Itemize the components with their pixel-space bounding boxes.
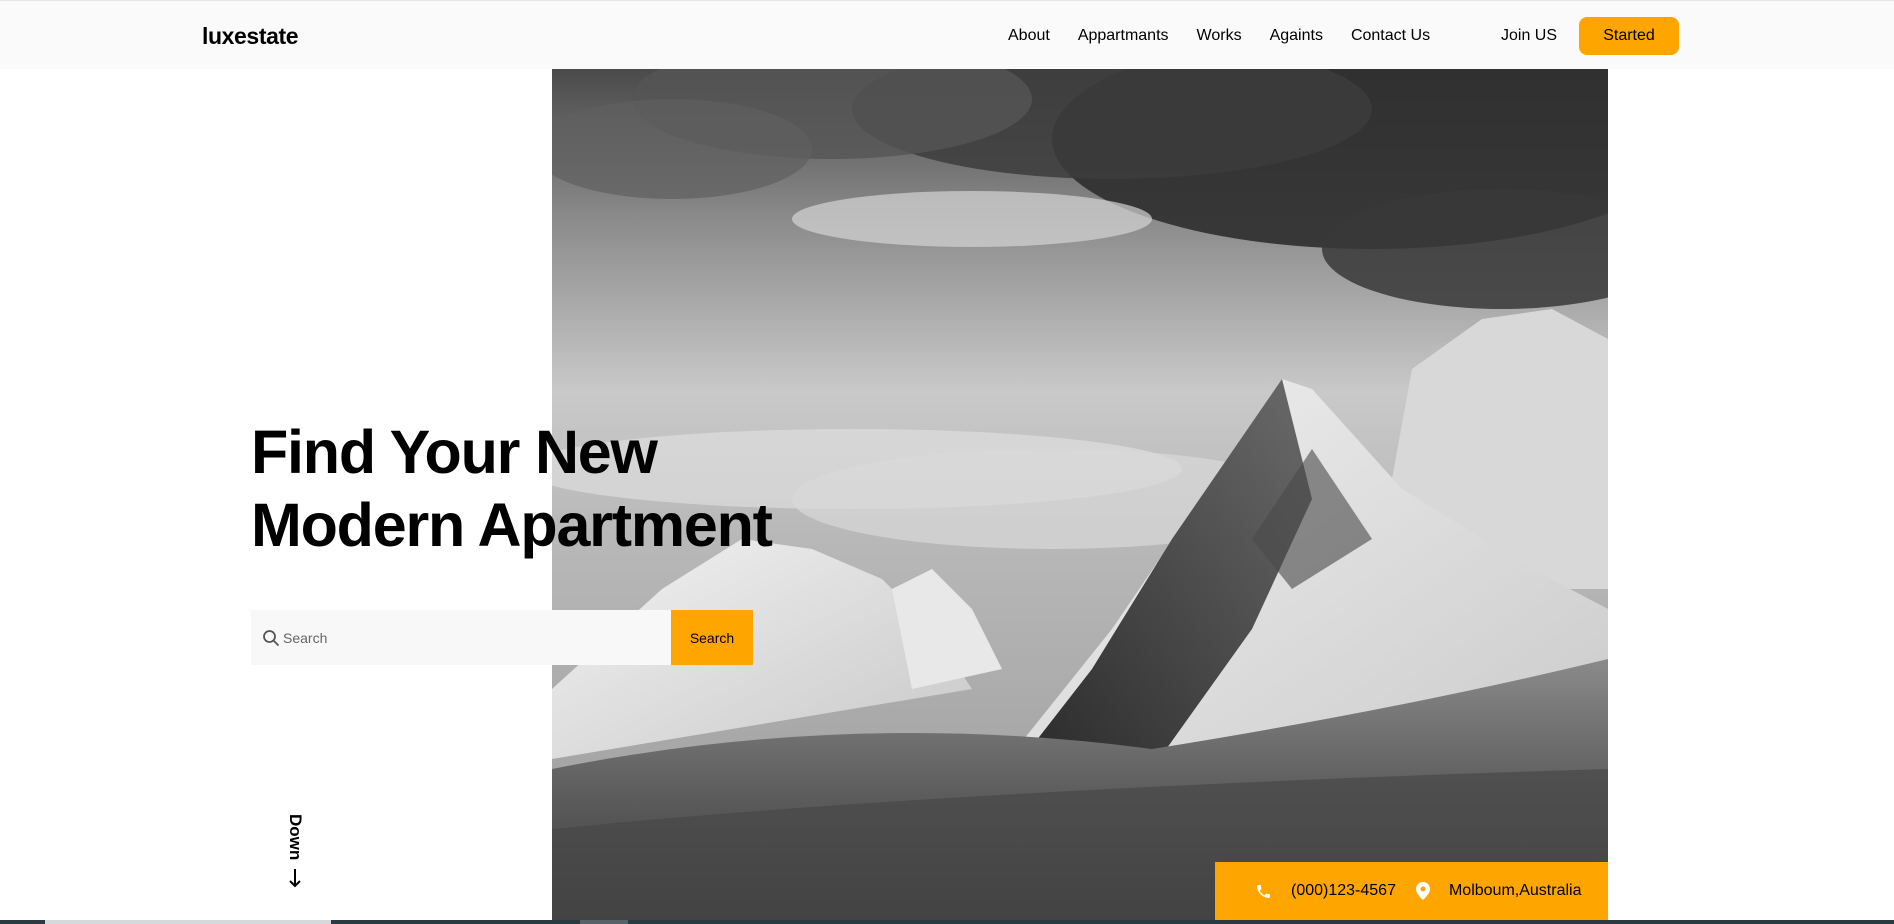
headline-line-2: Modern Apartment <box>251 491 773 559</box>
contact-location: Molboum,Australia <box>1448 882 1582 899</box>
scroll-down-link[interactable]: Down <box>285 814 305 888</box>
bottom-scrollbar[interactable] <box>0 920 1894 924</box>
scrollbar-thumb[interactable] <box>45 920 331 924</box>
search-icon <box>262 629 280 647</box>
join-us-link[interactable]: Join US <box>1501 27 1557 45</box>
phone-icon <box>1255 883 1272 900</box>
scroll-down-label: Down <box>286 814 305 861</box>
main-nav: About Appartmants Works Againts Contact … <box>1008 27 1458 45</box>
nav-item-contact-us[interactable]: Contact Us <box>1351 27 1430 45</box>
hero-headline: Find Your New Modern Apartment <box>251 416 811 562</box>
arrow-down-icon <box>288 868 302 888</box>
nav-item-appartmants[interactable]: Appartmants <box>1078 27 1169 45</box>
nav-item-about[interactable]: About <box>1008 27 1050 45</box>
top-navbar: luxestate About Appartmants Works Againt… <box>0 0 1894 69</box>
contact-bar: (000)123-4567 Molboum,Australia <box>1215 862 1608 920</box>
headline-line-1: Find Your New <box>251 418 658 486</box>
brand-logo[interactable]: luxestate <box>202 23 299 50</box>
search-input[interactable] <box>283 629 663 646</box>
scrollbar-marker <box>580 920 628 924</box>
nav-item-againts[interactable]: Againts <box>1270 27 1323 45</box>
search-button[interactable]: Search <box>671 610 753 665</box>
contact-phone[interactable]: (000)123-4567 <box>1291 882 1396 900</box>
nav-item-works[interactable]: Works <box>1197 27 1242 45</box>
started-button[interactable]: Started <box>1579 17 1679 55</box>
map-pin-icon <box>1415 882 1430 900</box>
search-box <box>251 610 673 665</box>
